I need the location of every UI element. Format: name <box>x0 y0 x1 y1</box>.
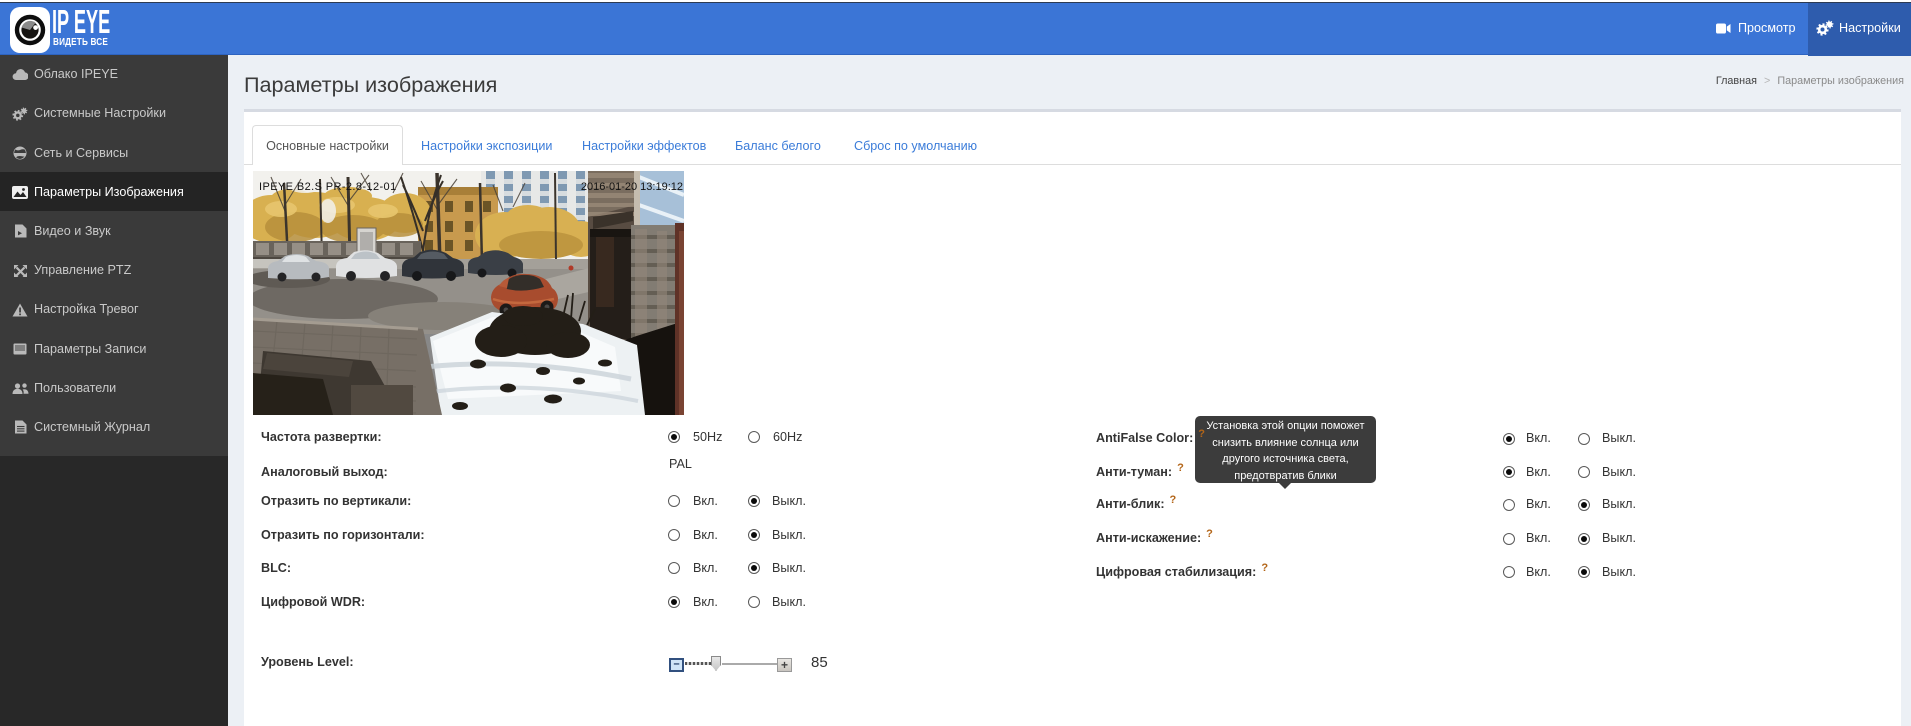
svg-text:IPEYE B2.S PR-2.8-12-01: IPEYE B2.S PR-2.8-12-01 <box>259 181 397 193</box>
svg-text:2016-01-20 13:19:12: 2016-01-20 13:19:12 <box>581 181 683 193</box>
